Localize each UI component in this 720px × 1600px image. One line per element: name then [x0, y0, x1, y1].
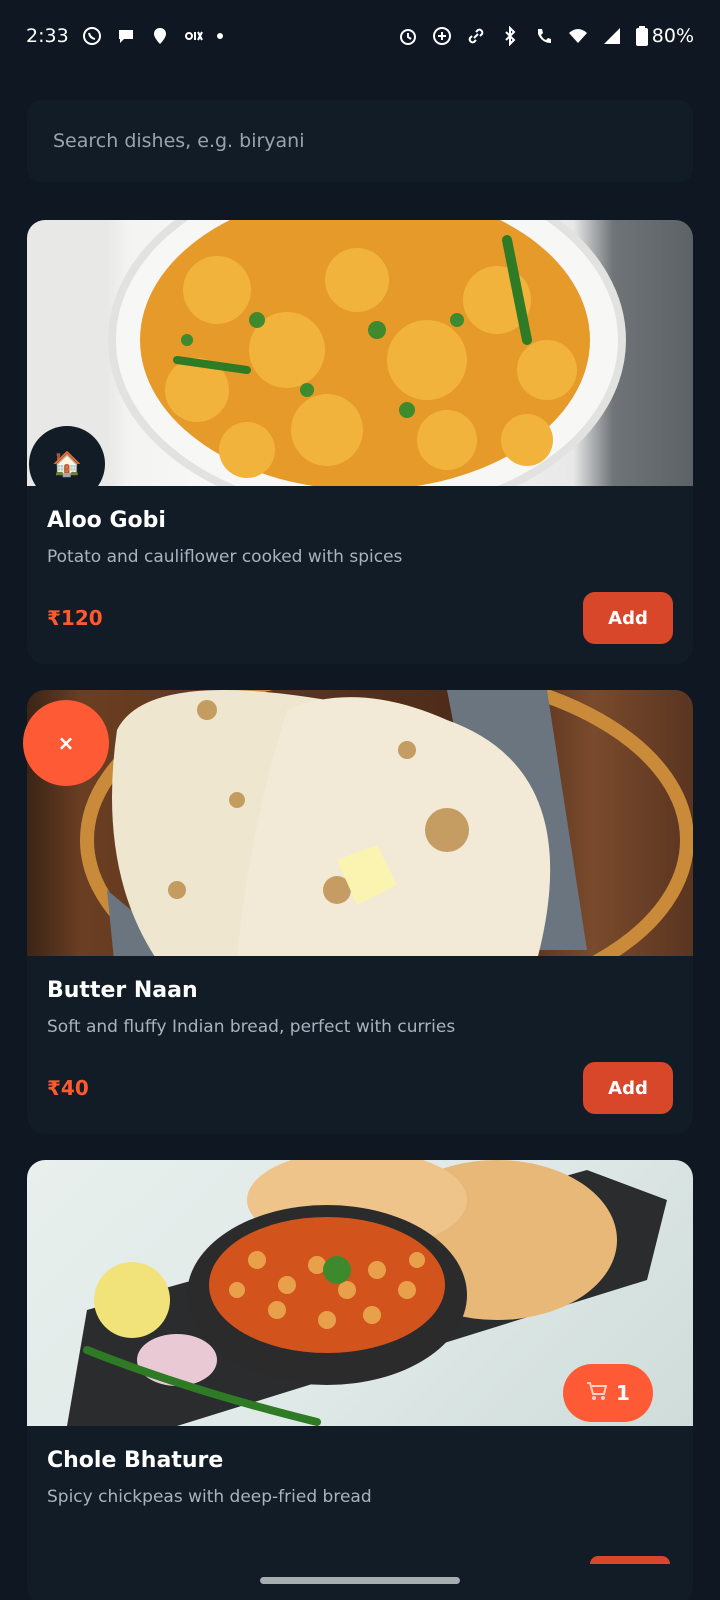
dish-name: Butter Naan — [47, 978, 198, 1003]
add-button-partial[interactable] — [590, 1556, 670, 1564]
dish-card-aloo-gobi[interactable]: 🏠 Aloo Gobi Potato and cauliflower cooke… — [27, 220, 693, 664]
home-indicator[interactable] — [260, 1577, 460, 1584]
clock: 2:33 — [26, 25, 69, 47]
dish-name: Aloo Gobi — [47, 508, 166, 533]
dish-info: Butter Naan Soft and fluffy Indian bread… — [27, 956, 693, 1134]
battery-indicator: 80% — [635, 25, 694, 47]
dish-description: Soft and fluffy Indian bread, perfect wi… — [47, 1017, 456, 1037]
dish-description: Spicy chickpeas with deep-fried bread — [47, 1487, 372, 1507]
chat-bubble-icon — [115, 25, 137, 47]
link-icon — [465, 25, 487, 47]
add-circle-icon — [431, 25, 453, 47]
butter-naan-illustration — [80, 690, 693, 956]
add-button[interactable]: Add — [583, 1062, 673, 1114]
signal-icon — [601, 25, 623, 47]
dish-card-butter-naan[interactable]: Butter Naan Soft and fluffy Indian bread… — [27, 690, 693, 1134]
dish-description: Potato and cauliflower cooked with spice… — [47, 547, 403, 567]
location-pin-icon — [149, 25, 171, 47]
cart-icon — [586, 1381, 608, 1406]
battery-percent: 80% — [651, 25, 694, 47]
close-icon: × — [57, 731, 75, 755]
cart-count: 1 — [616, 1381, 630, 1405]
bluetooth-icon — [499, 25, 521, 47]
cart-button[interactable]: 1 — [563, 1364, 653, 1422]
status-left: 2:33 — [26, 25, 223, 47]
search-bar[interactable] — [27, 100, 693, 182]
wifi-icon — [567, 25, 589, 47]
wifi-calling-icon — [533, 25, 555, 47]
close-button[interactable]: × — [23, 700, 109, 786]
olx-icon — [183, 25, 205, 47]
alarm-icon — [397, 25, 419, 47]
battery-icon — [635, 25, 649, 47]
notification-dot — [216, 33, 223, 39]
dish-info: Chole Bhature Spicy chickpeas with deep-… — [27, 1426, 693, 1600]
search-input[interactable] — [53, 130, 667, 152]
add-button[interactable]: Add — [583, 592, 673, 644]
dish-price: ₹120 — [47, 606, 103, 630]
status-right: 80% — [397, 25, 694, 47]
dish-image: 🏠 — [27, 220, 693, 486]
whatsapp-icon — [81, 25, 103, 47]
status-bar: 2:33 80% — [0, 0, 720, 72]
dish-name: Chole Bhature — [47, 1448, 224, 1473]
dish-info: Aloo Gobi Potato and cauliflower cooked … — [27, 486, 693, 664]
dish-price: ₹40 — [47, 1076, 89, 1100]
dish-image — [27, 690, 693, 956]
aloo-gobi-illustration — [108, 220, 626, 486]
